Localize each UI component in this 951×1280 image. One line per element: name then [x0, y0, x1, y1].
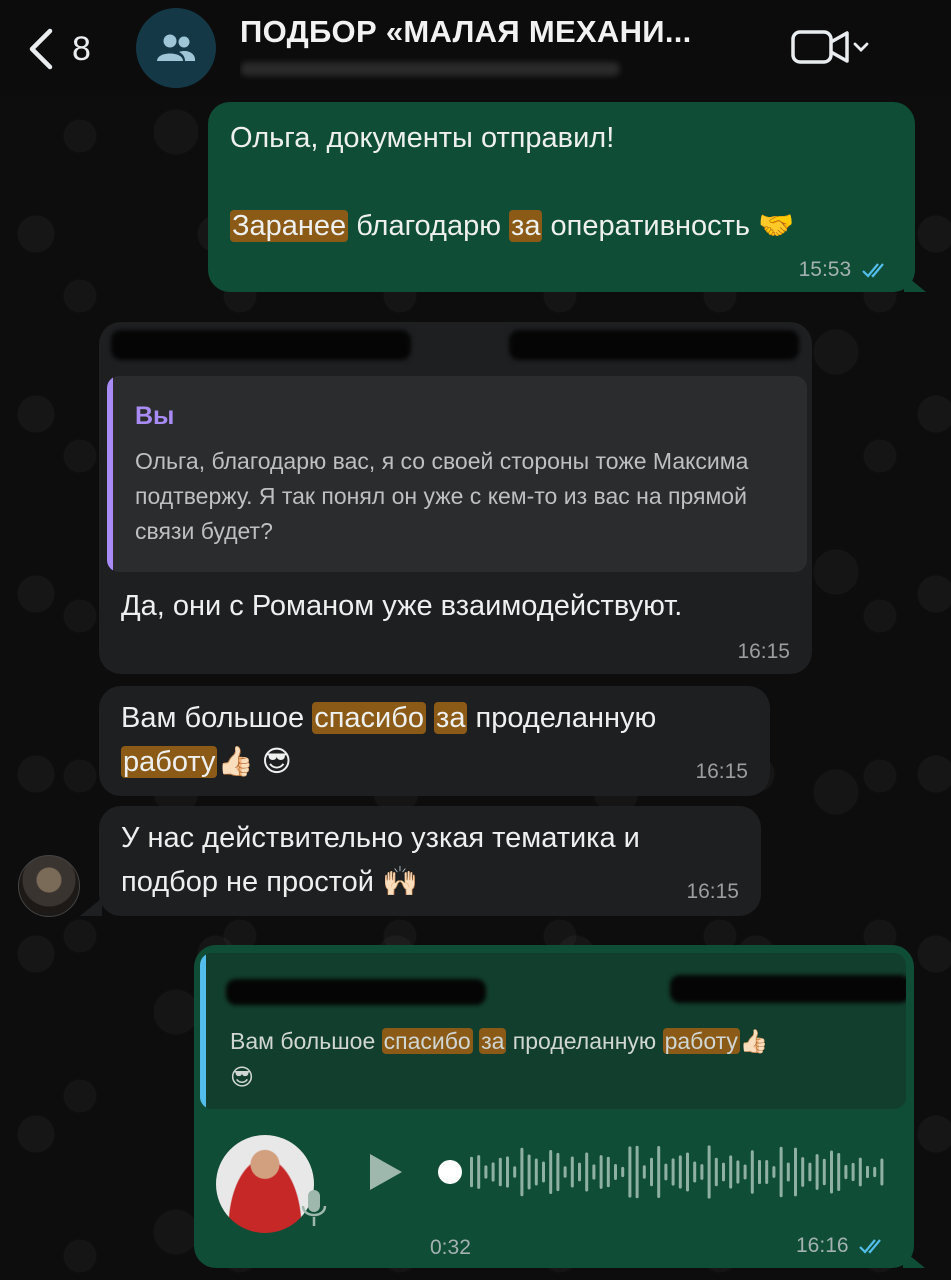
message-incoming-4[interactable]: У нас действительно узкая тематика и под… — [99, 806, 761, 916]
quote-accent-bar — [107, 376, 113, 572]
quote-text: Вам большое спасибо за проделанную работ… — [230, 1028, 769, 1090]
voice-duration: 0:32 — [430, 1236, 471, 1259]
bubble-tail — [80, 898, 102, 916]
chat-title[interactable]: ПОДБОР «МАЛАЯ МЕХАНИ... — [240, 14, 780, 50]
unread-count: 8 — [72, 29, 91, 68]
back-button[interactable]: 8 — [26, 24, 116, 74]
message-text: У нас действительно узкая тематика и под… — [121, 822, 640, 898]
group-icon — [157, 34, 196, 61]
message-text: Ольга, документы отправил! Заранее благо… — [230, 122, 795, 242]
sender-avatar[interactable] — [18, 855, 80, 917]
message-text: Да, они с Романом уже взаимодействуют. — [121, 590, 683, 622]
message-time: 16:15 — [737, 640, 790, 663]
quote-text: Ольга, благодарю вас, я со своей стороны… — [135, 448, 749, 544]
message-time: 16:16 — [796, 1234, 888, 1258]
quote-accent-bar — [200, 953, 206, 1109]
quote-phone-redacted — [670, 975, 906, 1003]
chevron-down-icon — [853, 42, 869, 52]
video-call-button[interactable] — [790, 22, 886, 72]
quoted-message[interactable]: Вы Ольга, благодарю вас, я со своей стор… — [107, 376, 807, 572]
bubble-tail — [903, 1250, 925, 1268]
chat-subtitle-redacted — [240, 58, 660, 80]
read-ticks-icon — [862, 263, 884, 279]
chevron-left-icon — [29, 28, 53, 70]
video-call-icon — [791, 30, 849, 64]
quoted-message[interactable]: Вам большое спасибо за проделанную работ… — [200, 953, 906, 1109]
chat-header: 8 ПОДБОР «МАЛАЯ МЕХАНИ... — [0, 0, 951, 95]
quote-author: Вы — [135, 402, 175, 430]
play-icon[interactable] — [366, 1150, 406, 1194]
quote-author-redacted — [226, 979, 486, 1005]
message-text: Вам большое спасибо за проделанную работ… — [121, 702, 657, 778]
message-incoming-2[interactable]: Вы Ольга, благодарю вас, я со своей стор… — [99, 322, 812, 674]
voice-waveform[interactable] — [436, 1140, 886, 1204]
sender-name-redacted — [111, 330, 411, 360]
message-incoming-3[interactable]: Вам большое спасибо за проделанную работ… — [99, 686, 770, 796]
message-time: 16:15 — [686, 880, 739, 903]
message-time: 16:15 — [695, 760, 748, 783]
sender-phone-redacted — [509, 330, 799, 360]
microphone-icon — [301, 1190, 327, 1226]
read-ticks-icon — [859, 1239, 882, 1255]
message-outgoing-1[interactable]: Ольга, документы отправил! Заранее благо… — [208, 102, 915, 292]
message-time: 15:53 — [799, 258, 891, 282]
group-avatar[interactable] — [136, 8, 216, 88]
bubble-tail — [904, 274, 926, 292]
